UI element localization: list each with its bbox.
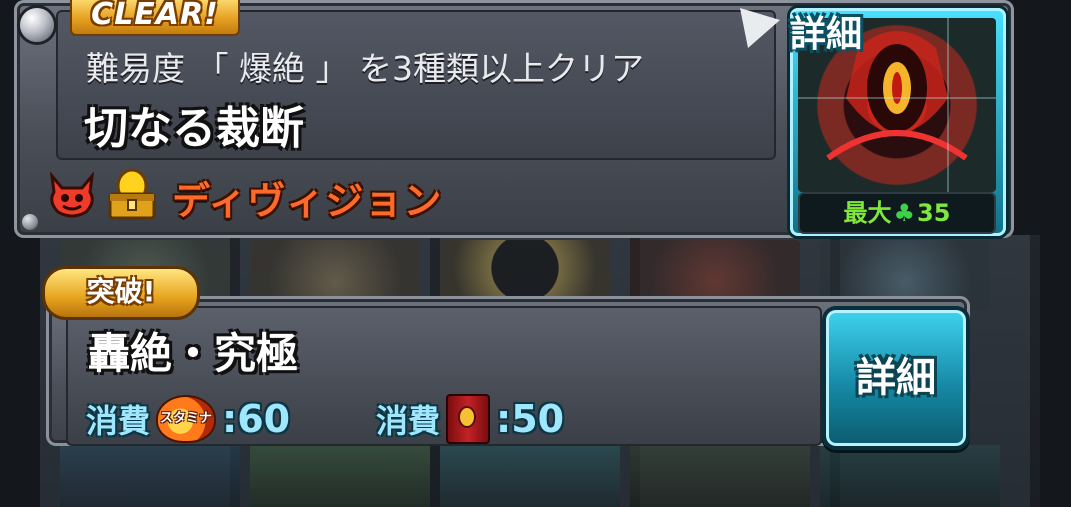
cost-label: 消費 [86, 402, 151, 440]
stamina-value: :60 [222, 397, 291, 441]
book-cost: 消費 :50 [376, 394, 564, 444]
clover-icon: ♣ [893, 199, 916, 227]
element-name: ディヴィジョン [172, 179, 443, 223]
background-art [60, 445, 240, 507]
cost-label: 消費 [376, 402, 441, 440]
stamina-icon-text: スタミナ [160, 411, 213, 426]
max-reward-box: 最大♣35 [798, 192, 996, 234]
clear-badge: CLEAR! [70, 0, 240, 36]
background-art [820, 445, 1000, 507]
stamina-icon: スタミナ [156, 395, 217, 443]
max-label: 最大 [843, 199, 892, 227]
book-value: :50 [496, 397, 565, 441]
background-art [440, 445, 620, 507]
rivet-icon [22, 214, 38, 230]
mission-detail-label[interactable]: 詳細 [772, 4, 880, 66]
rivet-icon [20, 8, 54, 42]
book-icon [446, 394, 491, 444]
mission-title: 切なる裁断 [84, 103, 304, 154]
background-art [630, 445, 810, 507]
quest-name: 轟絶・究極 [88, 329, 299, 378]
breakthrough-badge: 突破! [42, 266, 200, 320]
stamina-cost: 消費 スタミナ :60 [86, 394, 290, 444]
devil-icon [49, 172, 95, 218]
mission-condition: 難易度 「 爆絶 」 を3種類以上クリア [86, 49, 644, 88]
background-art [250, 445, 430, 507]
max-value: 35 [917, 199, 951, 227]
quest-detail-button[interactable]: 詳細 [822, 306, 970, 450]
treasure-chest-icon [108, 168, 156, 220]
